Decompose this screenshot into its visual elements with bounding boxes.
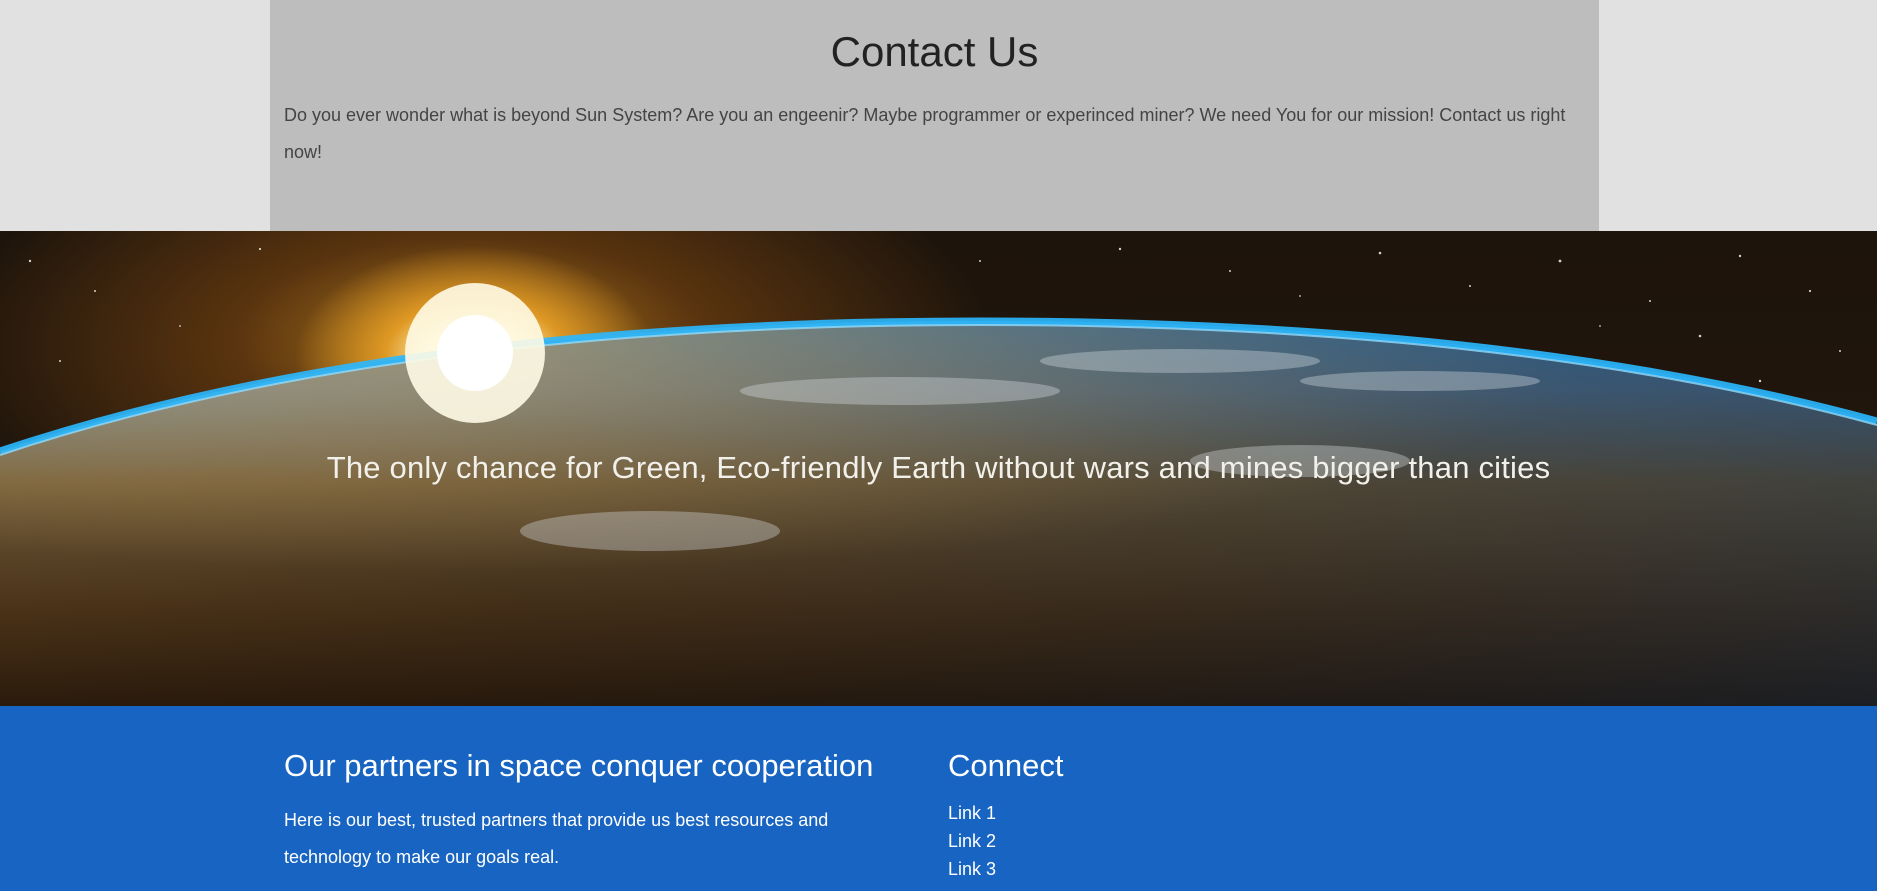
partners-column: Our partners in space conquer cooperatio… (284, 746, 894, 876)
connect-links-list: Link 1 Link 2 Link 3 (948, 799, 1348, 883)
connect-link-item: Link 1 (948, 799, 1348, 827)
contact-title: Contact Us (830, 28, 1039, 75)
contact-panel: Contact Us Do you ever wonder what is be… (270, 0, 1599, 231)
partners-description: Here is our best, trusted partners that … (284, 810, 829, 867)
link-3[interactable]: Link 3 (948, 859, 996, 879)
connect-link-item: Link 3 (948, 855, 1348, 883)
footer: Our partners in space conquer cooperatio… (0, 706, 1877, 891)
contact-description: Do you ever wonder what is beyond Sun Sy… (284, 105, 1566, 162)
partners-title: Our partners in space conquer cooperatio… (284, 748, 874, 783)
connect-title: Connect (948, 748, 1064, 783)
link-1[interactable]: Link 1 (948, 803, 996, 823)
connect-column: Connect Link 1 Link 2 Link 3 (948, 746, 1348, 883)
earth-hero-banner: The only chance for Green, Eco-friendly … (0, 231, 1877, 706)
contact-section: Contact Us Do you ever wonder what is be… (0, 0, 1877, 231)
connect-link-item: Link 2 (948, 827, 1348, 855)
hero-caption: The only chance for Green, Eco-friendly … (326, 450, 1551, 485)
link-2[interactable]: Link 2 (948, 831, 996, 851)
